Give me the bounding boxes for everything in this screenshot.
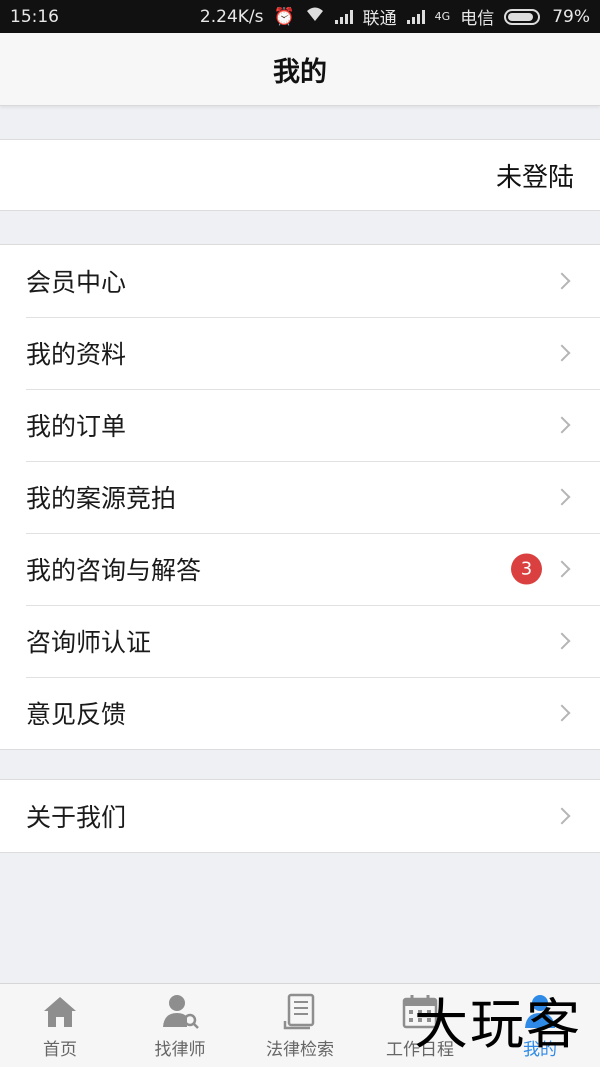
alarm-icon: ⏰ — [273, 6, 295, 27]
calendar-icon — [402, 995, 438, 1029]
menu-item-consultations[interactable]: 我的咨询与解答 3 — [0, 533, 600, 605]
network-type: 4G — [434, 10, 451, 23]
chevron-right-icon — [553, 632, 571, 650]
chevron-right-icon — [553, 272, 571, 290]
menu-item-feedback[interactable]: 意见反馈 — [0, 677, 600, 749]
menu-item-my-orders[interactable]: 我的订单 — [0, 389, 600, 461]
menu-item-case-bidding[interactable]: 我的案源竞拍 — [0, 461, 600, 533]
carrier-2: 电信 — [460, 9, 495, 29]
battery-level: 79% — [552, 6, 590, 27]
tab-label: 首页 — [43, 1040, 77, 1060]
menu-item-label: 关于我们 — [26, 803, 127, 832]
find-lawyer-icon — [163, 995, 199, 1029]
tab-label: 法律检索 — [266, 1040, 334, 1060]
chevron-right-icon — [553, 807, 571, 825]
signal-icon — [334, 9, 353, 24]
tab-bar: 首页 找律师 法律检索 工作日程 我的 — [0, 983, 600, 1067]
status-time: 15:16 — [10, 6, 59, 27]
tab-find-lawyer[interactable]: 找律师 — [120, 984, 240, 1067]
menu-list: 会员中心 我的资料 我的订单 我的案源竞拍 我的咨询与解答 3 咨询师认证 意见… — [0, 244, 600, 750]
law-search-icon — [283, 993, 315, 1030]
menu-item-consultant-certification[interactable]: 咨询师认证 — [0, 605, 600, 677]
chevron-right-icon — [553, 488, 571, 506]
status-indicators: 2.24K/s ⏰ 联通 4G 电信 79% — [199, 4, 590, 30]
menu-item-about-us[interactable]: 关于我们 — [0, 780, 600, 852]
battery-icon — [504, 8, 541, 25]
profile-icon — [525, 995, 555, 1028]
carrier-1: 联通 — [362, 9, 397, 29]
page-title: 我的 — [273, 56, 327, 88]
status-bar: 15:16 2.24K/s ⏰ 联通 4G 电信 79% — [0, 0, 600, 33]
login-row[interactable]: 未登陆 — [0, 139, 600, 211]
menu-item-label: 咨询师认证 — [26, 628, 152, 657]
menu-item-my-profile[interactable]: 我的资料 — [0, 317, 600, 389]
tab-schedule[interactable]: 工作日程 — [360, 984, 480, 1067]
wifi-icon — [305, 6, 325, 27]
tab-label: 工作日程 — [386, 1040, 454, 1060]
tab-mine[interactable]: 我的 — [480, 984, 600, 1067]
menu-item-label: 我的订单 — [26, 412, 127, 441]
chevron-right-icon — [553, 560, 571, 578]
menu-item-label: 我的咨询与解答 — [26, 556, 202, 585]
menu-item-label: 意见反馈 — [26, 700, 127, 729]
tab-label: 我的 — [523, 1040, 557, 1060]
signal-icon-2 — [406, 9, 425, 24]
tab-label: 找律师 — [154, 1040, 206, 1060]
network-speed: 2.24K/s — [199, 6, 264, 27]
chevron-right-icon — [553, 344, 571, 362]
chevron-right-icon — [553, 704, 571, 722]
home-icon — [44, 997, 76, 1027]
menu-item-label: 会员中心 — [26, 268, 127, 297]
about-group: 关于我们 — [0, 779, 600, 853]
login-status: 未登陆 — [495, 162, 574, 193]
menu-item-member-center[interactable]: 会员中心 — [0, 245, 600, 317]
menu-item-label: 我的案源竞拍 — [26, 484, 177, 513]
nav-bar: 我的 — [0, 33, 600, 106]
menu-item-label: 我的资料 — [26, 340, 127, 369]
chevron-right-icon — [553, 416, 571, 434]
notification-badge: 3 — [511, 553, 542, 585]
tab-law-search[interactable]: 法律检索 — [240, 984, 360, 1067]
tab-home[interactable]: 首页 — [0, 984, 120, 1067]
